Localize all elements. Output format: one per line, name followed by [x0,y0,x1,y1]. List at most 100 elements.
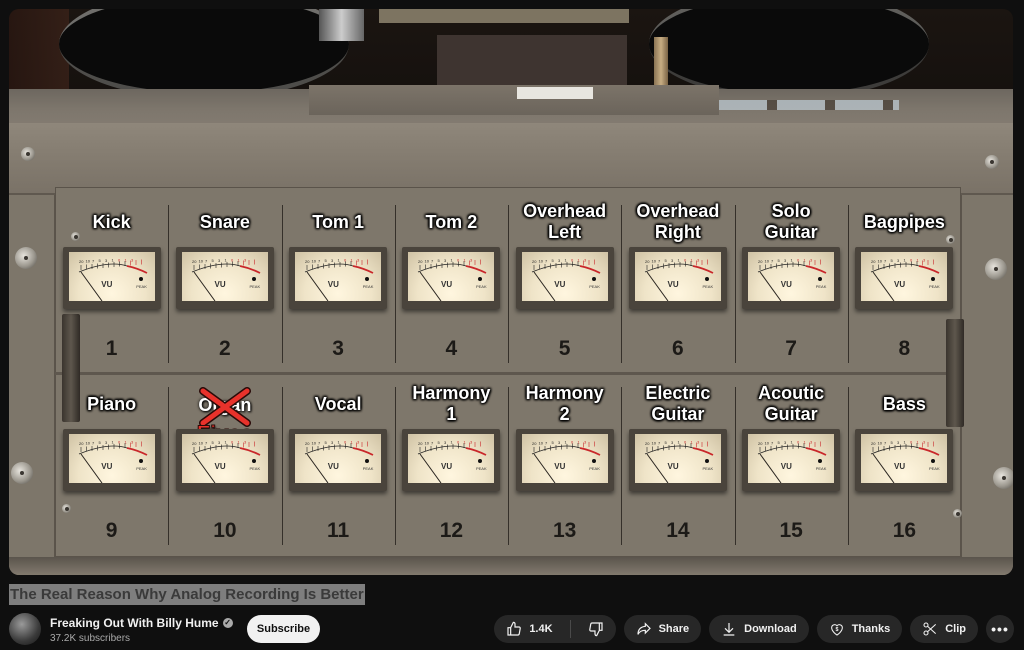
download-button[interactable]: Download [709,615,809,643]
vu-needle [306,271,329,301]
vu-scale-label: 20 [758,259,763,264]
vu-scale-label: 10 [651,259,656,264]
vu-meter-face: 20 10 7 5 3 1 0 1 3 VU PEAK [861,434,948,483]
vu-label: VU [327,280,339,290]
video-title: The Real Reason Why Analog Recording Is … [9,584,365,605]
vu-scale-label: 7 [92,258,95,263]
peak-label: PEAK [362,466,374,472]
vu-scale-label: 1 [577,258,580,263]
vu-scale-label: 0 [910,258,913,263]
peak-label: PEAK [362,284,374,290]
more-actions-button[interactable]: ••• [986,615,1014,643]
vu-label: VU [441,280,453,290]
vu-meter-face: 20 10 7 5 3 1 0 1 3 VU PEAK [408,434,495,483]
channel-strip: Tom 2 20 10 7 5 3 1 0 1 3 VU PEAK 4 [394,195,508,375]
vu-scale-label: 3 [897,440,900,445]
vu-scale-label: 20 [871,259,876,264]
channel-name-link[interactable]: Freaking Out With Billy Hume ✓ [50,615,233,631]
vu-label: VU [894,462,906,472]
vu-scale-label: 1 [224,258,227,263]
vu-red-zone [692,447,714,456]
deck-raised-plate [309,85,719,115]
peak-label: PEAK [702,284,714,290]
subscribe-button[interactable]: Subscribe [247,615,320,643]
clip-button[interactable]: Clip [910,615,978,643]
vu-meter: 20 10 7 5 3 1 0 1 3 VU PEAK [855,429,954,491]
vu-scale-label: 20 [79,441,84,446]
vu-scale-label: 7 [658,258,661,263]
channel-label: Piano [87,394,137,414]
channel-number: 10 [213,519,237,542]
vu-scale-label: 5 [98,258,101,263]
vu-label: VU [780,280,792,290]
channel-label: Snare [199,212,250,232]
channel-strip: Piano 20 10 7 5 3 1 0 1 3 VU PEAK 9 [55,377,168,557]
vu-scale-label: 10 [312,259,317,264]
clip-label: Clip [945,623,966,635]
vu-scale-label: 3 [923,258,926,263]
peak-label: PEAK [475,284,487,290]
channel-avatar[interactable] [9,613,41,645]
vu-scale-label: 3 [105,440,108,445]
more-icon: ••• [991,621,1009,637]
peak-led-icon [138,276,143,281]
vu-red-zone [579,447,601,456]
vu-scale-label: 1 [791,440,794,445]
channel-strip: Snare 20 10 7 5 3 1 0 1 3 VU PEAK 2 [168,195,281,375]
share-button[interactable]: Share [623,615,702,643]
vu-meter-face: 20 10 7 5 3 1 0 1 3 VU PEAK [634,252,721,301]
vu-scale-label: 0 [684,440,687,445]
download-label: Download [744,623,797,635]
vu-needle [872,271,895,301]
channel-strip: Bass 20 10 7 5 3 1 0 1 3 VU PEAK 16 [847,377,961,557]
vu-needle [646,271,669,301]
scissors-icon [922,621,938,637]
vu-scale-label: 0 [457,258,460,263]
thumbs-down-icon [588,621,604,637]
deck-labels [719,100,899,110]
thanks-button[interactable]: $ Thanks [816,615,903,643]
vu-red-zone [126,447,148,456]
channel-strip: Solo Guitar 20 10 7 5 3 1 0 1 3 VU PEAK 7 [734,195,848,375]
peak-led-icon [931,458,936,463]
vu-scale-label: 3 [584,440,587,445]
peak-led-icon [365,458,370,463]
vu-meter-face: 20 10 7 5 3 1 0 1 3 VU PEAK [748,434,835,483]
channel-label: Harmony 1 [412,383,491,424]
vu-scale: 20 10 7 5 3 1 0 1 3 [871,440,940,483]
vu-meter: 20 10 7 5 3 1 0 1 3 VU PEAK [742,247,841,309]
channel-label: Overhead Right [636,201,720,242]
vu-scale-label: 10 [198,441,203,446]
channel-label: Tom 2 [425,212,478,232]
vu-scale-label: 3 [784,440,787,445]
vu-red-zone [919,447,940,456]
vu-meter: 20 10 7 5 3 1 0 1 3 VU PEAK [289,429,388,491]
vu-red-zone [919,265,940,274]
dislike-button[interactable] [578,615,616,643]
vu-scale-label: 3 [444,440,447,445]
vu-scale-label: 3 [470,440,473,445]
vu-scale-label: 0 [797,258,800,263]
vu-meter: 20 10 7 5 3 1 0 1 3 VU PEAK [175,247,274,309]
vu-meter-face: 20 10 7 5 3 1 0 1 3 VU PEAK [861,252,948,301]
vu-needle [533,453,556,483]
vu-scale-label: 10 [651,441,656,446]
peak-led-icon [591,276,596,281]
vu-scale-label: 7 [92,440,95,445]
vu-red-zone [239,265,261,274]
vu-scale-label: 5 [551,440,554,445]
vu-scale-label: 10 [198,259,203,264]
vu-scale-label: 3 [558,440,561,445]
vu-scale-label: 1 [451,258,454,263]
vu-meter-face: 20 10 7 5 3 1 0 1 3 VU PEAK [68,252,155,301]
channel-strip: Bagpipes 20 10 7 5 3 1 0 1 3 VU PEAK 8 [847,195,961,375]
vu-scale-label: 1 [237,440,240,445]
vu-scale-label: 1 [577,440,580,445]
screw-icon [11,462,33,484]
vu-scale-label: 3 [697,440,700,445]
video-player[interactable]: Kick 20 10 7 5 3 1 0 1 3 VU PEAK 1 Snare 20 10 7 5 3 1 0 1 3 VU… [9,9,1013,575]
vu-scale-label: 20 [871,441,876,446]
vu-scale-label: 3 [244,440,247,445]
like-button[interactable]: 1.4K [494,615,562,643]
vu-scale-label: 0 [571,258,574,263]
